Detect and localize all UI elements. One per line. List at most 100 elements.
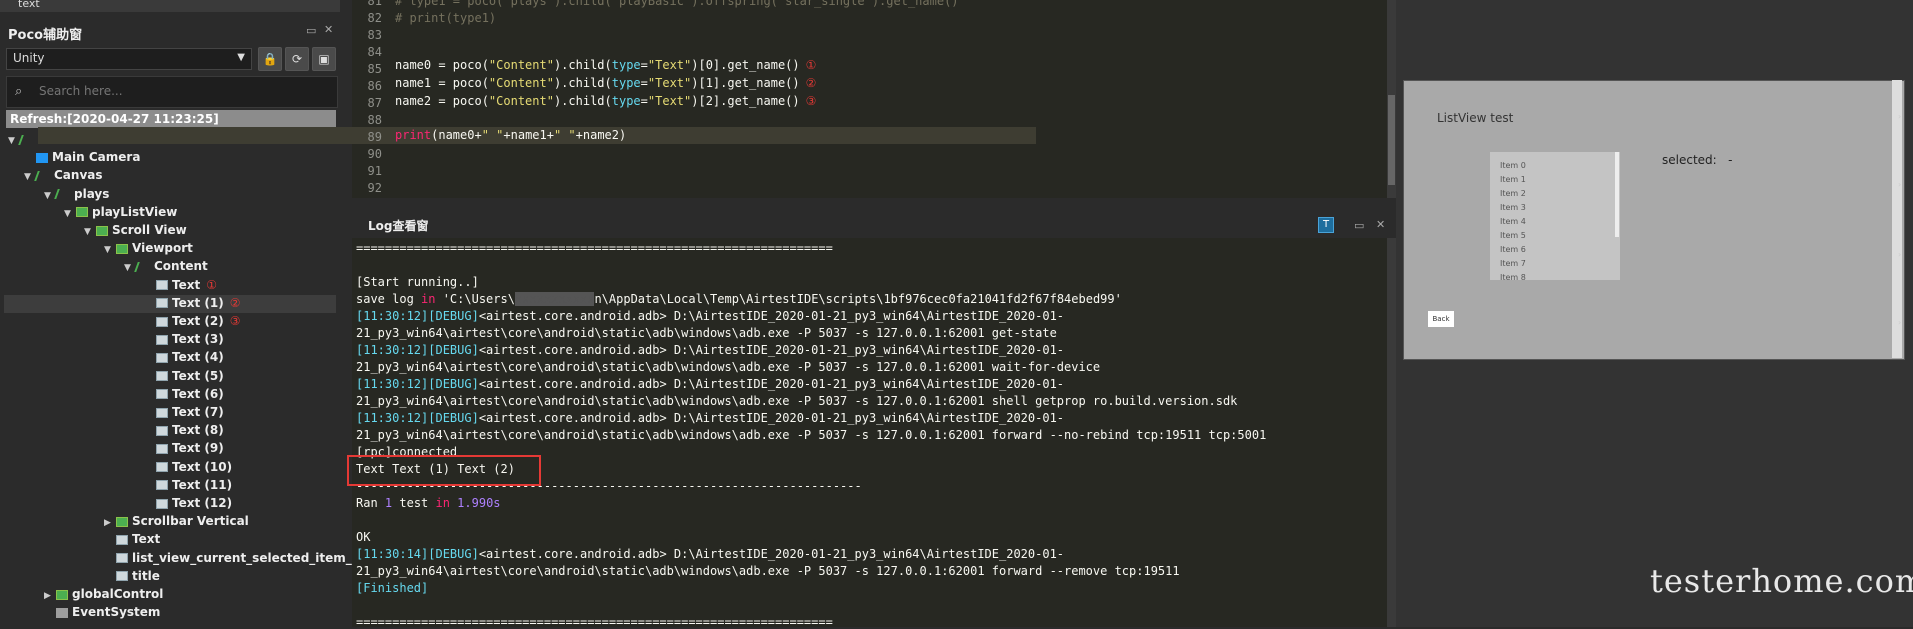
log-entry-cont: 21_py3_win64\airtest\core\android\static… (356, 360, 1101, 374)
tree-node[interactable]: Text (5) (144, 367, 230, 385)
annotation-mark: ① (206, 277, 217, 292)
node-type-icon (18, 134, 36, 145)
tree-node[interactable]: ▼ Content (124, 257, 214, 275)
tree-node[interactable]: Text (8) (144, 421, 230, 439)
tree-node[interactable]: Text (104, 530, 166, 548)
tree-node-label: Text (2) (172, 314, 224, 328)
device-type-select[interactable]: Unity ▼ (6, 48, 252, 70)
device-list-item[interactable]: Item 0 (1500, 161, 1526, 170)
line-number: 83 (367, 28, 382, 42)
tree-node[interactable]: Text ① (144, 276, 217, 294)
chevron-down-icon: ▼ (237, 52, 245, 63)
node-type-icon (56, 589, 68, 600)
expand-arrow-icon[interactable]: ▼ (104, 241, 116, 259)
tree-node[interactable]: Text (6) (144, 385, 230, 403)
tree-node-label: Text (172, 277, 201, 292)
tree-node-label: Text (3) (172, 332, 224, 347)
tree-node[interactable]: ▼ Scroll View (84, 221, 193, 239)
tree-node-label: Text (11) (172, 477, 233, 492)
device-back-button[interactable]: Back (1428, 311, 1454, 327)
tree-node[interactable]: ▼ playListView (64, 203, 183, 221)
close-icon[interactable]: ✕ (324, 23, 333, 36)
device-selected: selected: - (1662, 153, 1733, 167)
device-listview-scrollbar[interactable] (1615, 152, 1619, 237)
tree-node[interactable]: Text (1) ② (144, 294, 240, 312)
tree-node[interactable]: Text (12) (144, 494, 238, 512)
tree-node[interactable]: EventSystem (44, 603, 166, 621)
expand-arrow-icon[interactable]: ▼ (84, 223, 96, 241)
log-last-entry-2: 21_py3_win64\airtest\core\android\static… (356, 564, 1180, 578)
device-list-item[interactable]: Item 6 (1500, 245, 1526, 254)
tree-node[interactable]: Text (10) (144, 458, 238, 476)
device-list-item[interactable]: Item 7 (1500, 259, 1526, 268)
tree-node[interactable]: ▶ Scrollbar Vertical (104, 512, 255, 530)
device-list-item[interactable]: Item 4 (1500, 217, 1526, 226)
node-type-icon (76, 207, 88, 218)
node-type-icon (156, 334, 168, 345)
tree-node[interactable]: Text (9) (144, 439, 230, 457)
search-icon: ⌕ (15, 84, 23, 99)
tree-node[interactable]: Text (4) (144, 348, 230, 366)
tree-node-label: Text (10) (172, 459, 233, 474)
tree-node-label: title (132, 568, 160, 583)
code-line-89: print(name0+" "+name1+" "+name2) (395, 128, 627, 142)
filter-icon[interactable]: T (1318, 217, 1334, 233)
code-line-85: name0 = poco("Content").child(type="Text… (395, 58, 817, 72)
device-list-item[interactable]: Item 3 (1500, 203, 1526, 212)
device-list-item[interactable]: Item 2 (1500, 189, 1526, 198)
tree-node[interactable]: Main Camera (24, 148, 146, 166)
tree-node[interactable]: Text (3) (144, 330, 230, 348)
edge-marker: › (1898, 180, 1902, 189)
restore-icon[interactable]: ▭ (306, 24, 316, 37)
tree-node[interactable]: Text (7) (144, 403, 230, 421)
top-tab-strip: text (0, 0, 340, 12)
node-type-icon (34, 170, 52, 181)
line-number: 86 (367, 79, 382, 93)
tree-node-label: Viewport (132, 241, 193, 256)
log-save-path: save log in 'C:\Users\xxxxxxxxxxxn\AppDa… (356, 292, 1122, 306)
output-highlight-box (347, 455, 541, 486)
editor-scroll-thumb[interactable] (1388, 95, 1395, 185)
tree-node-label: EventSystem (72, 605, 161, 620)
line-number: 87 (367, 96, 382, 110)
tree-node[interactable]: ▼ Viewport (104, 239, 199, 257)
tree-node-label: Text (132, 532, 161, 547)
node-type-icon (156, 316, 168, 327)
log-entry: [11:30:12][DEBUG]<airtest.core.android.a… (356, 309, 1065, 323)
line-number: 89 (367, 130, 382, 144)
log-entry-cont: 21_py3_win64\airtest\core\android\static… (356, 326, 1057, 340)
device-list-item[interactable]: Item 5 (1500, 231, 1526, 240)
log-entry-cont: 21_py3_win64\airtest\core\android\static… (356, 394, 1238, 408)
line-number: 92 (367, 181, 382, 195)
editor-scrollbar[interactable] (1387, 0, 1396, 198)
tree-node[interactable]: list_view_current_selected_item_... (104, 549, 371, 567)
tree-node[interactable]: ▼ Canvas (24, 166, 109, 184)
refresh-icon[interactable]: ⟳ (285, 47, 309, 71)
tree-node[interactable]: Text (2) ③ (144, 312, 240, 330)
close-icon[interactable]: ✕ (1376, 218, 1385, 231)
node-type-icon (116, 571, 128, 582)
log-ok: OK (356, 530, 371, 544)
record-icon[interactable]: ▣ (312, 47, 336, 71)
tree-node-label: Content (154, 259, 208, 274)
search-input[interactable] (37, 83, 321, 99)
log-scrollbar[interactable] (1387, 238, 1396, 627)
tree-node[interactable]: ▼ plays (44, 185, 115, 203)
device-list-item[interactable]: Item 8 (1500, 273, 1526, 282)
top-tab-label[interactable]: text (18, 0, 40, 10)
expand-arrow-icon[interactable]: ▼ (8, 132, 20, 150)
tree-node[interactable]: Text (11) (144, 476, 238, 494)
restore-icon[interactable]: ▭ (1354, 219, 1364, 232)
lock-icon[interactable]: 🔒 (258, 47, 282, 71)
node-type-icon (156, 407, 168, 418)
line-number: 90 (367, 147, 382, 161)
device-list-item[interactable]: Item 1 (1500, 175, 1526, 184)
edge-marker: › (1898, 318, 1902, 327)
expand-arrow-icon[interactable]: ▼ (64, 205, 76, 223)
annotation-mark: ② (805, 76, 817, 90)
log-entry: [11:30:12][DEBUG]<airtest.core.android.a… (356, 411, 1065, 425)
tree-node[interactable]: title (104, 567, 166, 585)
tree-node[interactable]: ▶ globalControl (44, 585, 169, 603)
edge-marker: › (1898, 112, 1902, 121)
code-line-81: # type1 = poco("plays").child("playBasic… (395, 0, 959, 8)
